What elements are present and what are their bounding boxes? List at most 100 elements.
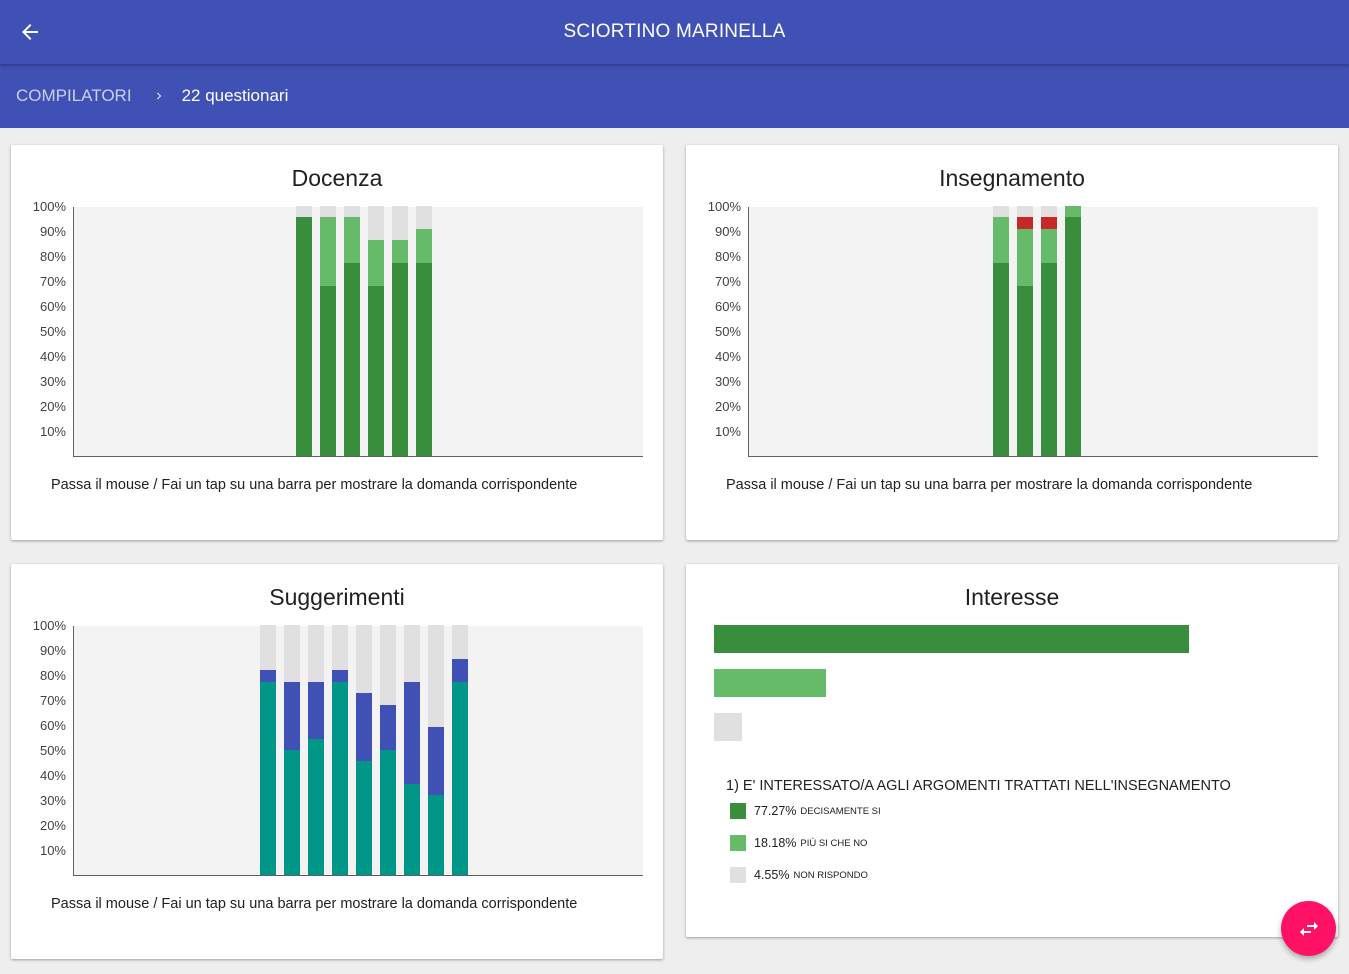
bar-segment [308, 738, 324, 875]
y-tick-label: 50% [714, 324, 741, 339]
hint-text: Passa il mouse / Fai un tap su una barra… [726, 477, 1253, 493]
y-tick-label: 40% [714, 349, 741, 364]
bar-segment [1017, 205, 1033, 218]
y-tick-label: 80% [714, 249, 741, 264]
bar-segment [332, 670, 348, 682]
y-tick-label: 60% [714, 299, 741, 314]
bar-2[interactable] [320, 206, 336, 456]
bar-segment [404, 784, 420, 875]
chevron-right-icon [152, 89, 166, 103]
bar-3[interactable] [1041, 205, 1057, 456]
bar-segment [1017, 228, 1033, 286]
bar-6[interactable] [380, 625, 396, 875]
y-tick-label: 80% [39, 249, 66, 264]
y-tick-label: 30% [714, 374, 741, 389]
bar-5[interactable] [356, 625, 372, 875]
bar-segment [993, 262, 1009, 456]
bar-segment [404, 625, 420, 682]
hbar-2[interactable] [714, 669, 826, 697]
y-tick-label: 70% [39, 274, 66, 289]
y-tick-label: 20% [39, 818, 66, 833]
bar-3[interactable] [344, 206, 360, 456]
bar-segment [284, 625, 300, 682]
app-bar: SCIORTINO MARINELLA [0, 0, 1349, 64]
legend-swatch [730, 867, 746, 883]
bar-segment [1065, 206, 1081, 218]
bar-3[interactable] [308, 625, 324, 875]
bar-segment [308, 681, 324, 739]
y-tick-label: 40% [39, 768, 66, 783]
legend-item: 77.27% DECISAMENTE SI [730, 803, 881, 819]
y-tick-label: 100% [32, 618, 66, 633]
bar-segment [320, 217, 336, 286]
hbar-1[interactable] [714, 625, 1190, 653]
bar-6[interactable] [416, 206, 432, 456]
bar-segment [260, 625, 276, 671]
bar-1[interactable] [993, 206, 1009, 456]
bar-segment [416, 206, 432, 229]
y-tick-label: 100% [32, 199, 66, 214]
breadcrumb-current: 22 questionari [181, 86, 289, 105]
legend-label: DECISAMENTE SI [800, 805, 881, 817]
bar-segment [260, 670, 276, 682]
bar-segment [380, 704, 396, 750]
y-tick-label: 60% [39, 718, 66, 733]
bar-4[interactable] [332, 625, 348, 875]
y-tick-label: 90% [39, 643, 66, 658]
plot-area [73, 625, 643, 876]
bar-segment [404, 681, 420, 785]
legend-percent: 4.55% [754, 868, 790, 882]
bar-segment [1017, 217, 1033, 229]
bar-segment [428, 795, 444, 875]
bar-9[interactable] [452, 625, 468, 875]
legend-item: 4.55% NON RISPONDO [730, 867, 868, 883]
bar-segment [356, 625, 372, 694]
question-text: 1) E' INTERESSATO/A AGLI ARGOMENTI TRATT… [726, 778, 1231, 794]
y-tick-label: 100% [707, 199, 741, 214]
bar-segment [1041, 205, 1057, 218]
bar-segment [993, 217, 1009, 263]
bar-segment [452, 681, 468, 875]
bar-segment [260, 681, 276, 875]
plot-area [73, 206, 643, 457]
bar-segment [320, 206, 336, 218]
bar-segment [356, 693, 372, 762]
legend-percent: 77.27% [754, 804, 797, 818]
card-title: Suggerimenti [269, 584, 405, 610]
breadcrumb-compilatori-link[interactable]: COMPILATORI [16, 86, 132, 106]
bar-segment [296, 206, 312, 218]
bar-segment [332, 625, 348, 671]
suggerimenti-card: Suggerimenti Passa il mouse / Fai un tap… [11, 564, 663, 959]
plot-area [748, 205, 1318, 457]
bar-1[interactable] [296, 206, 312, 456]
bar-segment [1041, 217, 1057, 229]
card-title: Insegnamento [939, 165, 1085, 191]
legend-label: PIÙ SI CHE NO [800, 837, 868, 849]
bar-2[interactable] [284, 625, 300, 875]
bar-segment [284, 750, 300, 875]
swap-fab-button[interactable] [1281, 901, 1336, 956]
bar-segment [452, 659, 468, 682]
bar-segment [392, 262, 408, 456]
y-tick-label: 30% [39, 374, 66, 389]
bar-segment [296, 217, 312, 456]
bar-2[interactable] [1017, 205, 1033, 456]
y-tick-label: 90% [39, 224, 66, 239]
bar-segment [284, 681, 300, 750]
bar-1[interactable] [260, 625, 276, 875]
y-tick-label: 10% [714, 424, 741, 439]
y-tick-label: 70% [39, 693, 66, 708]
bar-segment [344, 206, 360, 218]
legend-label: NON RISPONDO [793, 869, 868, 881]
bar-4[interactable] [1065, 206, 1081, 456]
bar-segment [380, 625, 396, 705]
bar-segment [368, 206, 384, 241]
bar-segment [380, 750, 396, 875]
bar-8[interactable] [428, 625, 444, 875]
hbar-3[interactable] [714, 713, 742, 741]
bar-7[interactable] [404, 625, 420, 875]
bar-segment [332, 681, 348, 875]
bar-4[interactable] [368, 206, 384, 456]
bar-segment [368, 285, 384, 456]
bar-5[interactable] [392, 206, 408, 456]
